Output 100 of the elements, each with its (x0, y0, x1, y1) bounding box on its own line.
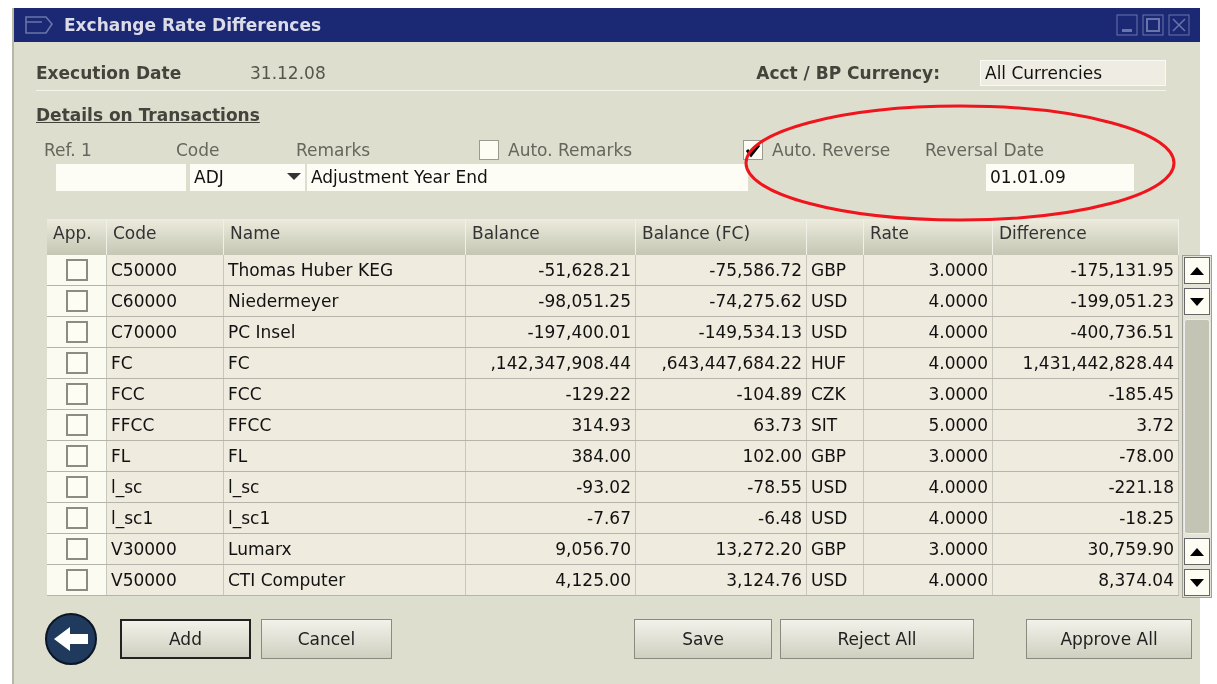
table-cell: ,142,347,908.44 (466, 348, 636, 378)
table-cell: PC Insel (224, 317, 466, 347)
maximize-icon[interactable] (1142, 14, 1164, 36)
table-cell: -221.18 (993, 472, 1179, 502)
table-cell: 3.0000 (864, 441, 993, 471)
field-label: Execution Date (36, 63, 183, 83)
field-label: Reversal Date (925, 140, 1045, 160)
column-header[interactable]: Rate (864, 219, 993, 255)
table-cell: Niedermeyer (224, 286, 466, 316)
checkbox[interactable] (65, 538, 88, 560)
table-cell: FC (224, 348, 466, 378)
table-cell: 8,374.04 (993, 565, 1179, 595)
table-cell: Lumarx (224, 534, 466, 564)
column-header[interactable]: Code (107, 219, 224, 255)
button[interactable]: Reject All (780, 619, 974, 659)
scroll-up-icon[interactable] (1190, 266, 1204, 275)
checkbox[interactable] (65, 383, 88, 405)
input-field[interactable]: 01.01.09 (986, 163, 1134, 191)
table-cell: 4.0000 (864, 286, 993, 316)
input-field[interactable] (56, 163, 186, 191)
column-header[interactable]: App. (47, 219, 107, 255)
table-cell: GBP (807, 534, 864, 564)
field-label: Acct / BP Currency: (756, 63, 940, 83)
code-dropdown[interactable]: ADJ (190, 163, 305, 191)
checkbox[interactable] (65, 290, 88, 312)
button[interactable]: Save (634, 619, 772, 659)
input-field[interactable]: Adjustment Year End (307, 163, 748, 191)
table-cell: 3,124.76 (636, 565, 807, 595)
table-cell: USD (807, 317, 864, 347)
table-cell: 13,272.20 (636, 534, 807, 564)
table-cell: -98,051.25 (466, 286, 636, 316)
table-cell: GBP (807, 255, 864, 285)
table-cell: CZK (807, 379, 864, 409)
section-title: Details on Transactions (36, 105, 260, 125)
checkbox[interactable] (479, 140, 499, 160)
table-cell: 4.0000 (864, 503, 993, 533)
column-header[interactable]: Difference (993, 219, 1179, 255)
currency-field[interactable]: All Currencies (980, 60, 1166, 86)
table-cell: FFCC (224, 410, 466, 440)
checkbox[interactable] (65, 321, 88, 343)
scroll-up-icon[interactable] (1190, 547, 1204, 556)
checkbox-label: Auto. Reverse (772, 140, 892, 160)
table-cell: 30,759.90 (993, 534, 1179, 564)
table-cell: -199,051.23 (993, 286, 1179, 316)
table-cell: USD (807, 472, 864, 502)
table-cell: 314.93 (466, 410, 636, 440)
column-header[interactable]: Balance (FC) (636, 219, 807, 255)
table-cell: V30000 (107, 534, 224, 564)
table-cell: Thomas Huber KEG (224, 255, 466, 285)
checkbox[interactable] (65, 569, 88, 591)
table-cell: 102.00 (636, 441, 807, 471)
table-cell: -93.02 (466, 472, 636, 502)
table-cell: USD (807, 503, 864, 533)
table-cell: -400,736.51 (993, 317, 1179, 347)
caret-icon[interactable] (287, 173, 301, 181)
table-cell: -18.25 (993, 503, 1179, 533)
button[interactable]: Add (120, 619, 251, 659)
table-cell: 5.0000 (864, 410, 993, 440)
minimize-icon[interactable] (1116, 14, 1138, 36)
button[interactable]: Approve All (1026, 619, 1192, 659)
table-cell: l_sc1 (224, 503, 466, 533)
table-cell: l_sc (107, 472, 224, 502)
table-cell: -104.89 (636, 379, 807, 409)
table-cell: USD (807, 286, 864, 316)
table-cell: -197,400.01 (466, 317, 636, 347)
checkbox[interactable] (65, 352, 88, 374)
table-cell: C50000 (107, 255, 224, 285)
column-header[interactable]: Name (224, 219, 466, 255)
table-cell: C60000 (107, 286, 224, 316)
table-cell: 384.00 (466, 441, 636, 471)
checkbox[interactable] (65, 259, 88, 281)
window-icon (24, 14, 54, 36)
checkbox[interactable] (65, 476, 88, 498)
checkbox[interactable] (65, 445, 88, 467)
table-cell: FCC (224, 379, 466, 409)
table-cell: -129.22 (466, 379, 636, 409)
table-cell: 4.0000 (864, 317, 993, 347)
table-cell: -149,534.13 (636, 317, 807, 347)
field-label: Code (176, 140, 221, 160)
close-icon[interactable] (1168, 14, 1190, 36)
column-header[interactable]: Balance (466, 219, 636, 255)
field-label: Ref. 1 (44, 140, 93, 160)
button[interactable]: Cancel (261, 619, 392, 659)
execution-date-value: 31.12.08 (250, 63, 326, 83)
checkbox[interactable] (65, 414, 88, 436)
table-cell: l_sc1 (107, 503, 224, 533)
table-cell: 9,056.70 (466, 534, 636, 564)
table-cell: 3.72 (993, 410, 1179, 440)
table-cell: CTI Computer (224, 565, 466, 595)
table-cell: 3.0000 (864, 255, 993, 285)
table-cell: 3.0000 (864, 379, 993, 409)
table-cell: FL (224, 441, 466, 471)
table-cell: -175,131.95 (993, 255, 1179, 285)
scroll-down-icon[interactable] (1190, 297, 1204, 306)
scroll-down-icon[interactable] (1190, 578, 1204, 587)
window-title: Exchange Rate Differences (64, 15, 322, 35)
table-cell: -185.45 (993, 379, 1179, 409)
scrollbar[interactable] (1182, 255, 1212, 598)
table-cell: GBP (807, 441, 864, 471)
checkbox[interactable] (65, 507, 88, 529)
